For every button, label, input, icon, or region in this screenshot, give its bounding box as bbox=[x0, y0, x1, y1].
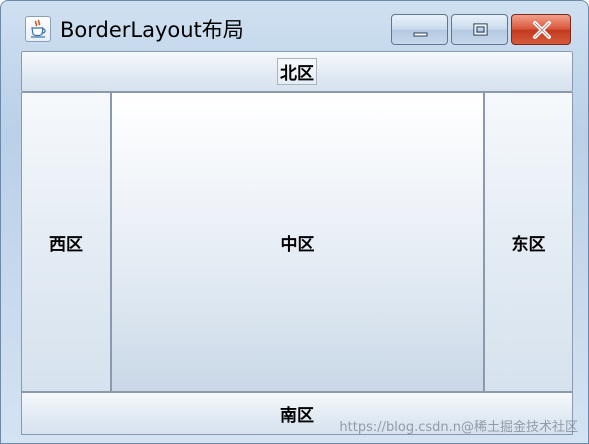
minimize-icon bbox=[413, 32, 428, 37]
close-icon bbox=[533, 21, 551, 39]
close-button[interactable] bbox=[511, 14, 571, 45]
content-pane: 北区 西区 中区 东区 南区 bbox=[21, 51, 573, 435]
east-label: 东区 bbox=[511, 234, 546, 255]
watermark-text: https://blog.csdn.n@稀土掘金技术社区 bbox=[339, 420, 578, 435]
maximize-button[interactable] bbox=[451, 14, 508, 45]
maximize-icon bbox=[473, 23, 488, 36]
window-title: BorderLayout布局 bbox=[60, 18, 244, 42]
west-button[interactable]: 西区 bbox=[21, 92, 111, 392]
minimize-button[interactable] bbox=[391, 14, 448, 45]
south-label: 南区 bbox=[280, 406, 314, 426]
center-label: 中区 bbox=[280, 234, 315, 255]
north-label: 北区 bbox=[277, 58, 317, 85]
east-button[interactable]: 东区 bbox=[484, 92, 573, 392]
app-window: BorderLayout布局 北区 西区 中区 东区 南区 https://bl… bbox=[0, 0, 589, 444]
west-label: 西区 bbox=[49, 234, 83, 255]
north-button[interactable]: 北区 bbox=[21, 51, 573, 92]
title-bar[interactable]: BorderLayout布局 bbox=[1, 1, 588, 51]
center-button[interactable]: 中区 bbox=[111, 92, 484, 392]
java-coffee-cup-icon[interactable] bbox=[25, 16, 51, 42]
